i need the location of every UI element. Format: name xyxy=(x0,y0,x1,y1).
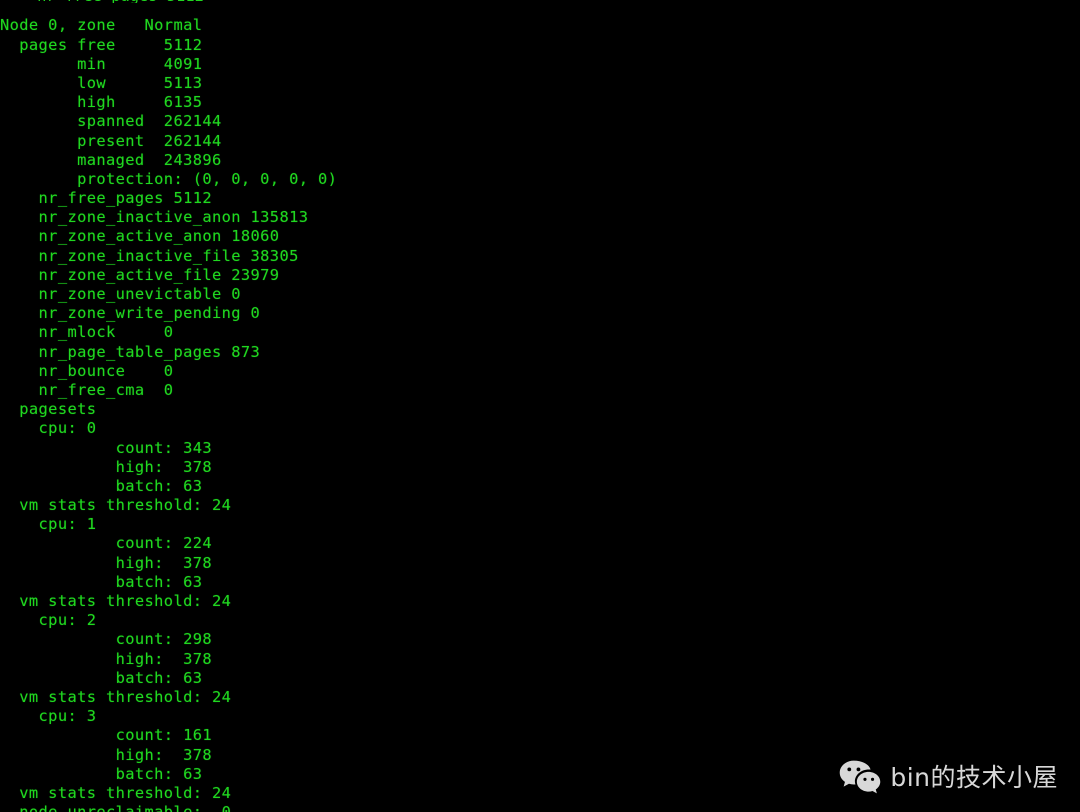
terminal-line: vm stats threshold: 24 xyxy=(0,783,232,802)
terminal-line: present 262144 xyxy=(0,131,222,150)
terminal-line: vm stats threshold: 24 xyxy=(0,687,232,706)
terminal-line: low 5113 xyxy=(0,73,203,92)
terminal-line: count: 343 xyxy=(0,438,212,457)
terminal-line: cpu: 1 xyxy=(0,515,97,534)
terminal-line: node_unreclaimable: 0 xyxy=(0,803,1080,812)
terminal-line: nr_zone_inactive_file 38305 xyxy=(0,246,299,265)
terminal-line: nr_zone_inactive_anon 135813 xyxy=(0,208,309,227)
terminal-line: nr_mlock 0 xyxy=(0,323,174,342)
terminal-line: managed 243896 xyxy=(0,150,222,169)
terminal-line: spanned 262144 xyxy=(0,112,222,131)
terminal-line: min 4091 xyxy=(0,54,203,73)
terminal-line: cpu: 3 xyxy=(0,707,97,726)
terminal-line: high: 378 xyxy=(0,553,212,572)
terminal-line: nr_bounce 0 xyxy=(0,361,174,380)
terminal-line: cpu: 2 xyxy=(0,611,97,630)
terminal-line: Node 0, zone Normal xyxy=(0,16,203,35)
terminal-line: high: 378 xyxy=(0,745,212,764)
terminal-line: nr_free_cma 0 xyxy=(0,380,174,399)
terminal-line: batch: 63 xyxy=(0,764,203,783)
terminal-line: batch: 63 xyxy=(0,668,203,687)
terminal-line: batch: 63 xyxy=(0,476,203,495)
terminal-line: high: 378 xyxy=(0,649,212,668)
terminal-line: pages free 5112 xyxy=(0,35,203,54)
terminal-line: count: 224 xyxy=(0,534,212,553)
terminal-line: protection: (0, 0, 0, 0, 0) xyxy=(0,169,338,188)
terminal-window[interactable]: nr_free_pages 5112 Node 0, zone Normal p… xyxy=(0,0,1080,812)
scrollback-partial-line: nr_free_pages 5112 xyxy=(0,0,1080,3)
terminal-line: nr_zone_unevictable 0 xyxy=(0,285,241,304)
terminal-line: nr_page_table_pages 873 xyxy=(0,342,261,361)
terminal-line: cpu: 0 xyxy=(0,419,97,438)
terminal-line: pagesets xyxy=(0,400,97,419)
terminal-line: nr_free_pages 5112 xyxy=(0,189,212,208)
terminal-line: vm stats threshold: 24 xyxy=(0,592,232,611)
terminal-line: batch: 63 xyxy=(0,572,203,591)
terminal-line: count: 161 xyxy=(0,726,212,745)
terminal-line: nr_zone_active_anon 18060 xyxy=(0,227,280,246)
terminal-line: high 6135 xyxy=(0,93,203,112)
terminal-line: nr_zone_active_file 23979 xyxy=(0,265,280,284)
terminal-output: Node 0, zone Normal pages free 5112 min … xyxy=(0,16,1080,812)
terminal-line: high: 378 xyxy=(0,457,212,476)
terminal-line: vm stats threshold: 24 xyxy=(0,496,232,515)
terminal-line: nr_zone_write_pending 0 xyxy=(0,304,261,323)
terminal-line: count: 298 xyxy=(0,630,212,649)
